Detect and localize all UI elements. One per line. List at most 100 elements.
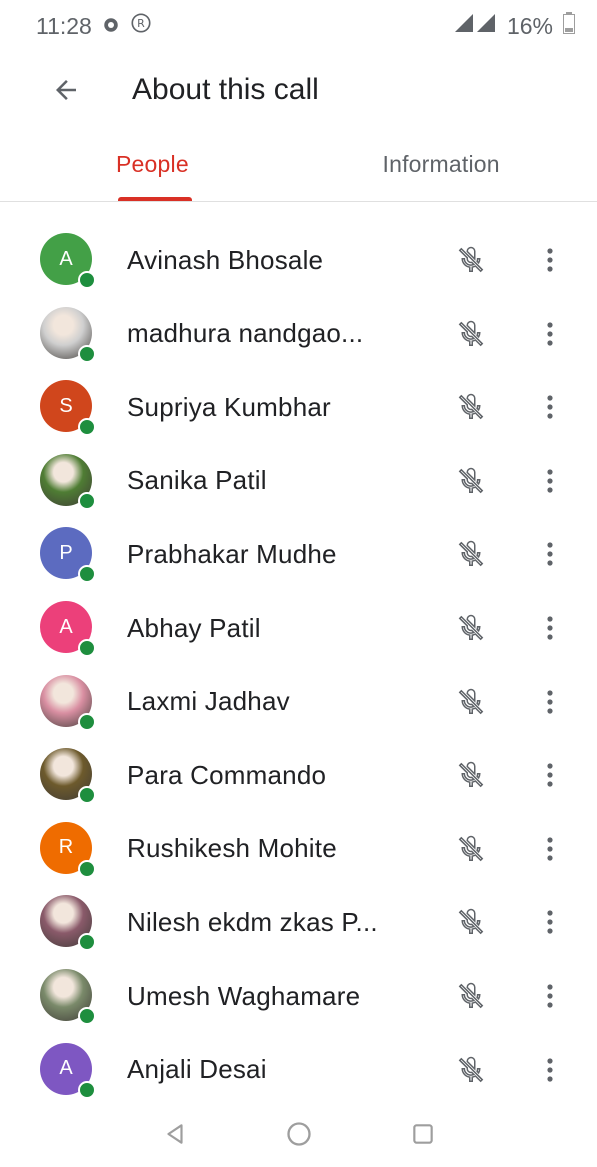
avatar-container — [40, 895, 96, 952]
participant-list[interactable]: A Avinash Bhosale madhura nandgao... S Supri… — [0, 202, 597, 1100]
participant-row[interactable]: Laxmi Jadhav — [0, 665, 597, 739]
mute-button[interactable] — [448, 826, 494, 872]
online-status-dot — [78, 1080, 96, 1099]
avatar-initial: A — [59, 1057, 73, 1080]
online-status-dot — [78, 639, 96, 657]
participant-row[interactable]: S Supriya Kumbhar — [0, 370, 597, 444]
mute-button[interactable] — [448, 605, 494, 651]
mic-off-icon — [458, 320, 484, 346]
app-bar: About this call — [0, 52, 597, 128]
participant-row[interactable]: P Prabhakar Mudhe — [0, 517, 597, 591]
nav-back-button[interactable] — [155, 1114, 195, 1154]
more-vert-icon — [547, 910, 553, 934]
status-time: 11:28 — [36, 12, 92, 39]
participant-row[interactable]: Umesh Waghamare — [0, 959, 597, 1033]
participant-name: Laxmi Jadhav — [127, 686, 290, 717]
avatar-container — [40, 748, 96, 805]
status-left: 11:28 R — [36, 12, 152, 40]
participant-name: Nilesh ekdm zkas P... — [127, 906, 378, 937]
mic-off-icon — [458, 688, 484, 714]
tab-bar: People Information — [0, 128, 597, 202]
more-options-button[interactable] — [530, 531, 570, 577]
participant-name: Supriya Kumbhar — [127, 391, 331, 422]
back-button[interactable] — [38, 62, 94, 118]
page-title: About this call — [132, 73, 319, 106]
avatar-initial: R — [58, 836, 74, 859]
mic-off-icon — [458, 982, 484, 1009]
online-status-dot — [78, 565, 96, 584]
nav-recents-button[interactable] — [403, 1114, 443, 1154]
online-status-dot — [78, 344, 96, 363]
battery-level: 16% — [506, 12, 553, 39]
more-options-button[interactable] — [530, 311, 570, 357]
mic-off-icon — [458, 1056, 484, 1082]
online-status-dot — [78, 271, 96, 289]
mute-button[interactable] — [448, 458, 494, 504]
battery-icon — [563, 12, 575, 40]
participant-name: Sanika Patil — [127, 465, 267, 496]
more-options-button[interactable] — [530, 752, 570, 798]
online-status-dot — [78, 933, 96, 952]
more-options-button[interactable] — [530, 973, 570, 1019]
status-bar: 11:28 R 16% — [0, 0, 597, 52]
participant-row[interactable]: madhura nandgao... — [0, 297, 597, 371]
avatar-initial: S — [59, 394, 73, 417]
mic-off-icon — [458, 761, 484, 788]
more-vert-icon — [547, 542, 553, 566]
avatar-container: A — [40, 1042, 96, 1099]
participant-row[interactable]: A Abhay Patil — [0, 591, 597, 665]
tab-people[interactable]: People — [0, 128, 299, 201]
participant-name: Prabhakar Mudhe — [127, 538, 337, 569]
online-status-dot — [78, 1007, 96, 1025]
mute-button[interactable] — [448, 311, 494, 357]
participant-name: Rushikesh Mohite — [127, 833, 337, 864]
avatar-initial: P — [59, 541, 73, 564]
participant-row[interactable]: A Anjali Desai — [0, 1033, 597, 1100]
avatar-container — [40, 969, 96, 1025]
mute-button[interactable] — [448, 752, 494, 798]
mic-off-icon — [458, 541, 484, 567]
participant-name: Abhay Patil — [127, 612, 261, 643]
mic-off-icon — [458, 909, 484, 935]
mic-off-icon — [458, 246, 484, 273]
participant-name: Avinash Bhosale — [127, 244, 324, 275]
more-options-button[interactable] — [530, 679, 570, 725]
more-options-button[interactable] — [530, 899, 570, 945]
more-options-button[interactable] — [530, 1047, 570, 1093]
more-options-button[interactable] — [530, 826, 570, 872]
avatar-container: P — [40, 527, 96, 584]
mic-off-icon — [458, 835, 484, 862]
mute-button[interactable] — [448, 531, 494, 577]
participant-row[interactable]: A Avinash Bhosale — [0, 223, 597, 297]
system-nav-bar — [0, 1100, 597, 1167]
mute-button[interactable] — [448, 384, 494, 430]
participant-row[interactable]: Nilesh ekdm zkas P... — [0, 885, 597, 959]
participant-row[interactable]: Sanika Patil — [0, 444, 597, 518]
online-status-dot — [78, 786, 96, 805]
avatar-container: R — [40, 821, 96, 878]
more-options-button[interactable] — [530, 605, 570, 651]
more-options-button[interactable] — [530, 458, 570, 504]
more-vert-icon — [547, 469, 553, 493]
online-status-dot — [78, 859, 96, 878]
more-options-button[interactable] — [530, 384, 570, 430]
mute-button[interactable] — [448, 899, 494, 945]
online-status-dot — [78, 491, 96, 510]
mic-off-icon — [458, 393, 484, 420]
online-status-dot — [78, 418, 96, 437]
more-options-button[interactable] — [530, 237, 570, 283]
signal-icon — [453, 12, 497, 40]
mute-button[interactable] — [448, 973, 494, 1019]
more-vert-icon — [547, 395, 553, 419]
avatar-container — [40, 674, 96, 731]
mute-button[interactable] — [448, 679, 494, 725]
nav-home-button[interactable] — [279, 1114, 319, 1154]
participant-name: Umesh Waghamare — [127, 980, 361, 1011]
participant-row[interactable]: R Rushikesh Mohite — [0, 812, 597, 886]
tab-information[interactable]: Information — [299, 128, 597, 201]
location-icon — [102, 13, 120, 40]
more-vert-icon — [547, 1057, 553, 1082]
participant-row[interactable]: Para Commando — [0, 738, 597, 812]
mute-button[interactable] — [448, 1047, 494, 1093]
mute-button[interactable] — [448, 237, 494, 283]
